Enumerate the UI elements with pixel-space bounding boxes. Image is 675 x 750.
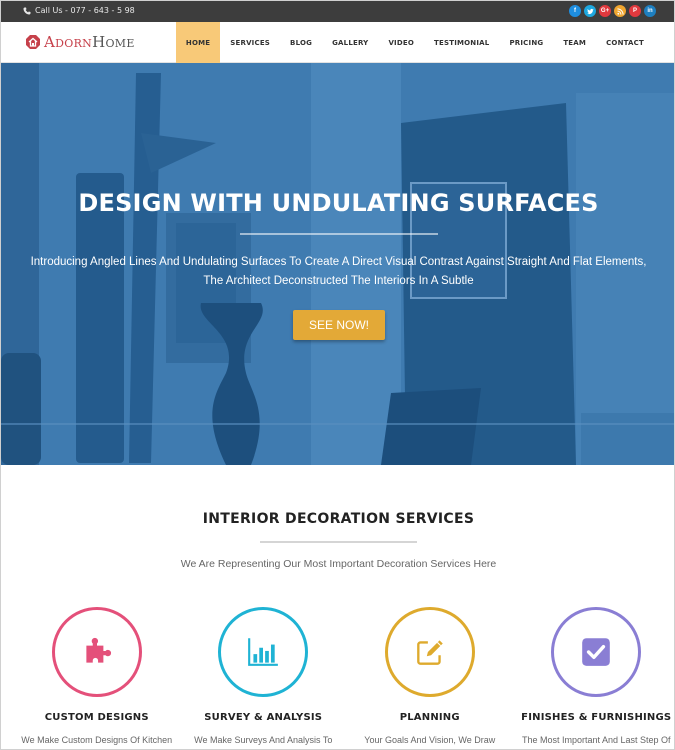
- hero-title: DESIGN WITH UNDULATING SURFACES: [78, 189, 599, 217]
- nav-home[interactable]: HOME: [175, 22, 221, 63]
- service-description: The Most Important And Last Step Of: [521, 735, 671, 745]
- hero-subtitle-line-2: The Architect Deconstructed The Interior…: [203, 275, 474, 287]
- page-frame: Call Us - 077 - 643 - 5 98 f G+ P in Ado…: [0, 0, 675, 750]
- services-divider: [260, 541, 417, 543]
- hero-subtitle: Introducing Angled Lines And Undulating …: [1, 253, 674, 291]
- service-description: We Make Surveys And Analysis To: [194, 735, 333, 745]
- service-description: Your Goals And Vision, We Draw: [364, 735, 496, 745]
- site-header: AdornHome HOME SERVICES BLOG GALLERY VID…: [1, 22, 674, 63]
- service-title: SURVEY & ANALYSIS: [204, 712, 323, 723]
- nav-team[interactable]: TEAM: [553, 22, 596, 63]
- puzzle-icon: [86, 637, 111, 663]
- nav-contact[interactable]: CONTACT: [596, 22, 654, 63]
- logo[interactable]: AdornHome: [25, 33, 135, 51]
- nav-testimonial[interactable]: TESTIMONIAL: [424, 22, 499, 63]
- hero-banner: DESIGN WITH UNDULATING SURFACES Introduc…: [1, 63, 674, 465]
- top-bar: Call Us - 077 - 643 - 5 98 f G+ P in: [1, 1, 674, 22]
- edit-icon: [416, 640, 443, 665]
- google-plus-icon[interactable]: G+: [599, 5, 611, 17]
- nav-blog[interactable]: BLOG: [280, 22, 322, 63]
- bar-chart-icon: [248, 638, 279, 666]
- hero-subtitle-line-1: Introducing Angled Lines And Undulating …: [30, 256, 647, 268]
- nav-gallery[interactable]: GALLERY: [322, 22, 378, 63]
- nav-services[interactable]: SERVICES: [220, 22, 280, 63]
- service-description: We Make Custom Designs Of Kitchen: [21, 735, 173, 745]
- service-icon-circle: [218, 607, 309, 697]
- service-card-survey-analysis[interactable]: SURVEY & ANALYSIS We Make Surveys And An…: [184, 607, 344, 747]
- home-logo-icon: [26, 35, 40, 49]
- social-links: f G+ P in: [569, 5, 656, 17]
- services-cards: CUSTOM DESIGNS We Make Custom Designs Of…: [1, 607, 675, 747]
- call-us-text: Call Us - 077 - 643 - 5 98: [35, 6, 135, 15]
- service-card-custom-designs[interactable]: CUSTOM DESIGNS We Make Custom Designs Of…: [17, 607, 177, 747]
- service-card-planning[interactable]: PLANNING Your Goals And Vision, We Draw: [350, 607, 510, 747]
- service-title: CUSTOM DESIGNS: [44, 712, 149, 723]
- phone-icon: [23, 7, 31, 14]
- services-title: INTERIOR DECORATION SERVICES: [202, 511, 475, 527]
- service-icon-circle: [51, 607, 142, 697]
- linkedin-icon[interactable]: in: [644, 5, 656, 17]
- hero-divider: [240, 233, 438, 235]
- service-title: FINISHES & FURNISHINGS: [521, 712, 672, 723]
- see-now-button[interactable]: SEE NOW!: [293, 310, 385, 340]
- service-card-finishes-furnishings[interactable]: FINISHES & FURNISHINGS The Most Importan…: [517, 607, 675, 747]
- nav-pricing[interactable]: PRICING: [499, 22, 553, 63]
- rss-icon[interactable]: [614, 5, 626, 17]
- twitter-icon[interactable]: [584, 5, 596, 17]
- checkbox-icon: [582, 638, 611, 666]
- nav-video[interactable]: VIDEO: [378, 22, 424, 63]
- service-icon-circle: [384, 607, 475, 697]
- services-subtitle: We Are Representing Our Most Important D…: [180, 558, 497, 570]
- main-nav: HOME SERVICES BLOG GALLERY VIDEO TESTIMO…: [175, 22, 654, 63]
- facebook-icon[interactable]: f: [569, 5, 581, 17]
- call-us: Call Us - 077 - 643 - 5 98: [23, 6, 135, 15]
- logo-text: AdornHome: [44, 33, 135, 51]
- service-title: PLANNING: [399, 712, 460, 723]
- pinterest-icon[interactable]: P: [629, 5, 641, 17]
- service-icon-circle: [551, 607, 642, 697]
